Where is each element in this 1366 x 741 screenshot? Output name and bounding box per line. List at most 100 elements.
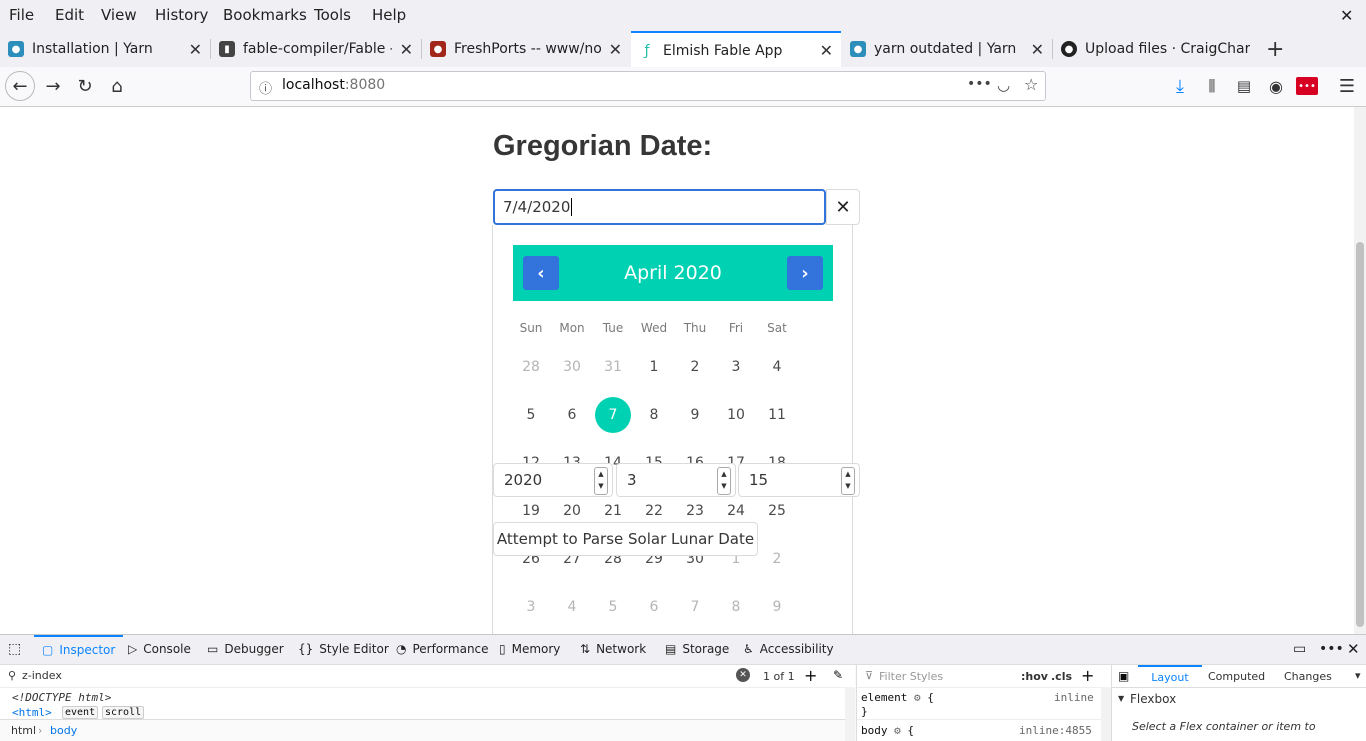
devtools-tab-accessibility[interactable]: ♿ Accessibility bbox=[743, 635, 834, 664]
markup-search-input[interactable]: z-index bbox=[22, 669, 62, 682]
rule-element-source[interactable]: inline bbox=[1054, 691, 1094, 704]
rules-scrollbar[interactable] bbox=[1101, 687, 1111, 741]
calendar-day[interactable]: 28 bbox=[513, 349, 549, 385]
breadcrumb-body[interactable]: body bbox=[50, 724, 77, 737]
day-number-input[interactable]: 15 ▲ ▼ bbox=[738, 463, 860, 497]
library-icon[interactable]: ⫼ bbox=[1199, 73, 1225, 99]
devtools-tab-memory[interactable]: ▯ Memory bbox=[499, 635, 560, 664]
menu-file[interactable]: File bbox=[9, 6, 34, 24]
menu-edit[interactable]: Edit bbox=[55, 6, 84, 24]
home-icon[interactable]: ⌂ bbox=[104, 73, 130, 99]
menu-bookmarks[interactable]: Bookmarks bbox=[223, 6, 307, 24]
parse-solar-lunar-button[interactable]: Attempt to Parse Solar Lunar Date bbox=[493, 522, 758, 556]
devtools-tab-network[interactable]: ⇅ Network bbox=[580, 635, 646, 664]
hover-toggle-button[interactable]: :hov bbox=[1021, 670, 1048, 683]
calendar-day[interactable]: 4 bbox=[759, 349, 795, 385]
clear-search-icon[interactable]: ✕ bbox=[736, 668, 750, 682]
add-node-icon[interactable]: + bbox=[804, 666, 817, 685]
gear-icon[interactable]: ⚙ bbox=[894, 724, 901, 737]
window-close-icon[interactable]: ✕ bbox=[1340, 6, 1353, 25]
tab-close-icon[interactable]: ✕ bbox=[1031, 40, 1044, 59]
forward-arrow-icon[interactable]: → bbox=[40, 73, 66, 99]
month-number-input[interactable]: 3 ▲ ▼ bbox=[616, 463, 736, 497]
class-toggle-button[interactable]: .cls bbox=[1051, 670, 1072, 683]
calendar-day[interactable]: 7 bbox=[595, 397, 631, 433]
devtools-tab-style-editor[interactable]: {} Style Editor bbox=[298, 635, 389, 664]
markup-scrollbar[interactable] bbox=[845, 687, 855, 741]
add-rule-icon[interactable]: + bbox=[1081, 666, 1094, 685]
expand-triangle-icon[interactable]: ▼ bbox=[1118, 694, 1124, 703]
tab-yarn-outdated[interactable]: ● yarn outdated | Yarn ✕ bbox=[842, 31, 1052, 67]
devtools-menu-icon[interactable]: ••• bbox=[1319, 635, 1344, 664]
calendar-day[interactable]: 5 bbox=[513, 397, 549, 433]
hamburger-menu-icon[interactable]: ☰ bbox=[1334, 73, 1360, 99]
tab-close-icon[interactable]: ✕ bbox=[400, 40, 413, 59]
calendar-day[interactable]: 3 bbox=[718, 349, 754, 385]
menu-history[interactable]: History bbox=[155, 6, 208, 24]
dock-side-icon[interactable]: ▭ bbox=[1293, 635, 1306, 664]
calendar-day[interactable]: 31 bbox=[595, 349, 631, 385]
devtools-tab-storage[interactable]: ▤ Storage bbox=[665, 635, 729, 664]
calendar-day[interactable]: 9 bbox=[759, 589, 795, 625]
clear-date-button[interactable]: ✕ bbox=[826, 189, 860, 225]
tab-close-icon[interactable]: ✕ bbox=[609, 40, 622, 59]
rule-body-source[interactable]: inline:4855 bbox=[1019, 724, 1092, 737]
spinner-arrows-icon[interactable]: ▲ ▼ bbox=[717, 467, 731, 495]
bookmark-star-icon[interactable]: ☆ bbox=[1024, 75, 1038, 94]
url-bar[interactable]: ⓘ localhost:8080 ••• ◡ ☆ bbox=[250, 71, 1046, 101]
new-tab-icon[interactable]: + bbox=[1266, 37, 1284, 62]
chevron-down-icon[interactable]: ▾ bbox=[1355, 669, 1361, 682]
devtools-tab-debugger[interactable]: ▭ Debugger bbox=[207, 635, 284, 664]
previous-month-button[interactable]: ‹ bbox=[523, 256, 559, 290]
page-actions-icon[interactable]: ••• bbox=[967, 76, 992, 92]
event-badge[interactable]: event bbox=[62, 706, 99, 719]
extension-icon[interactable]: ••• bbox=[1296, 77, 1318, 95]
breadcrumb-html[interactable]: html bbox=[11, 724, 36, 737]
calendar-day[interactable]: 6 bbox=[636, 589, 672, 625]
page-scrollbar[interactable] bbox=[1354, 107, 1366, 634]
calendar-day[interactable]: 1 bbox=[636, 349, 672, 385]
menu-view[interactable]: View bbox=[101, 6, 137, 24]
next-month-button[interactable]: › bbox=[787, 256, 823, 290]
calendar-day[interactable]: 8 bbox=[636, 397, 672, 433]
info-icon[interactable]: ⓘ bbox=[259, 78, 272, 97]
gregorian-date-input[interactable]: 7/4/2020 bbox=[493, 189, 826, 225]
calendar-day[interactable]: 11 bbox=[759, 397, 795, 433]
tab-elmish-fable-app[interactable]: ƒ Elmish Fable App ✕ bbox=[631, 31, 841, 68]
scrollbar-thumb[interactable] bbox=[1356, 242, 1364, 627]
tab-close-icon[interactable]: ✕ bbox=[820, 41, 833, 60]
devtools-tab-inspector[interactable]: ▢ Inspector bbox=[34, 635, 124, 664]
calendar-day[interactable]: 30 bbox=[554, 349, 590, 385]
tab-close-icon[interactable]: ✕ bbox=[189, 40, 202, 59]
account-icon[interactable]: ◉ bbox=[1263, 73, 1289, 99]
tab-changes[interactable]: Changes bbox=[1284, 670, 1332, 683]
downloads-icon[interactable]: ⤓ bbox=[1167, 73, 1193, 99]
doctype-line[interactable]: <!DOCTYPE html> bbox=[12, 691, 111, 704]
tab-installation-yarn[interactable]: ● Installation | Yarn ✕ bbox=[0, 31, 210, 67]
calendar-day[interactable]: 2 bbox=[759, 541, 795, 577]
spinner-arrows-icon[interactable]: ▲ ▼ bbox=[594, 467, 608, 495]
tab-computed[interactable]: Computed bbox=[1208, 670, 1265, 683]
devtools-tab-console[interactable]: ▷ Console bbox=[128, 635, 191, 664]
sidebar-icon[interactable]: ▤ bbox=[1231, 73, 1257, 99]
calendar-day[interactable]: 6 bbox=[554, 397, 590, 433]
year-number-input[interactable]: 2020 ▲ ▼ bbox=[493, 463, 613, 497]
scroll-badge[interactable]: scroll bbox=[102, 706, 145, 719]
filter-styles-input[interactable]: Filter Styles bbox=[879, 670, 943, 683]
pocket-icon[interactable]: ◡ bbox=[997, 76, 1010, 94]
element-picker-icon[interactable]: ⬚ bbox=[8, 635, 21, 664]
calendar-day[interactable]: 4 bbox=[554, 589, 590, 625]
html-node-line[interactable]: <html> bbox=[12, 706, 52, 719]
tab-freshports[interactable]: ● FreshPorts -- www/noc ✕ bbox=[422, 31, 630, 67]
tab-upload-files[interactable]: ● Upload files · CraigChar bbox=[1053, 31, 1258, 67]
menu-tools[interactable]: Tools bbox=[314, 6, 351, 24]
devtools-tab-performance[interactable]: ◔ Performance bbox=[396, 635, 489, 664]
back-arrow-icon[interactable]: ← bbox=[5, 71, 35, 101]
reload-icon[interactable]: ↻ bbox=[72, 73, 98, 99]
calendar-day[interactable]: 10 bbox=[718, 397, 754, 433]
calendar-day[interactable]: 5 bbox=[595, 589, 631, 625]
calendar-day[interactable]: 3 bbox=[513, 589, 549, 625]
calendar-day[interactable]: 7 bbox=[677, 589, 713, 625]
eyedropper-icon[interactable]: ✎ bbox=[833, 668, 843, 682]
calendar-day[interactable]: 9 bbox=[677, 397, 713, 433]
